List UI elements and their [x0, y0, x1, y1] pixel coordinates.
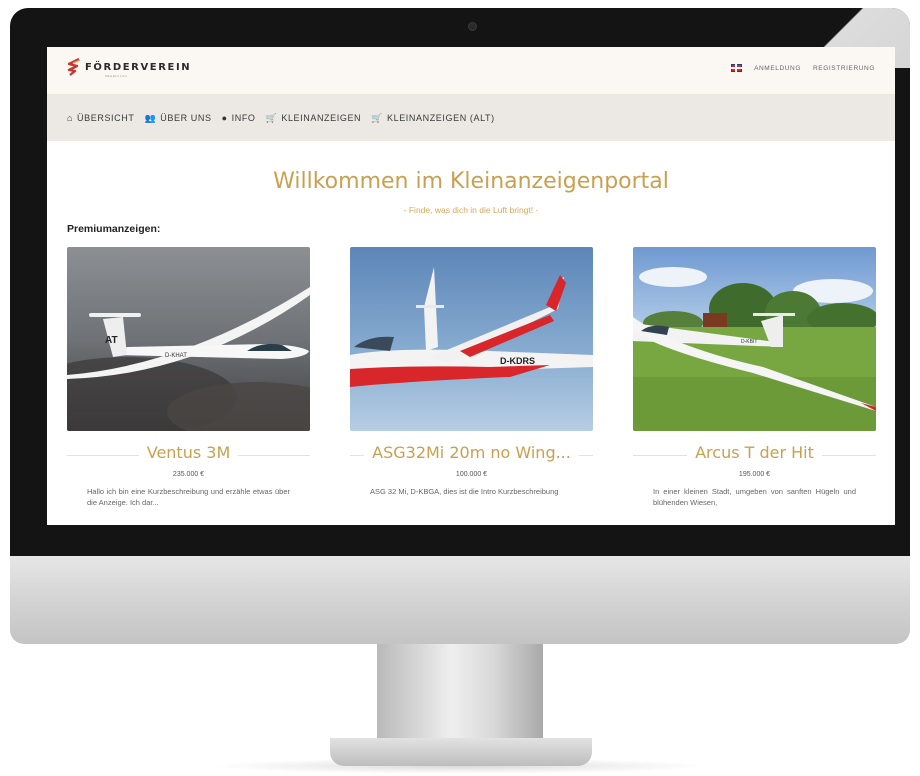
logo-mark-icon — [67, 58, 81, 76]
registration-label: D-KBIT — [741, 339, 757, 345]
card-description: ASG 32 Mi, D-KBGA, dies ist die Intro Ku… — [370, 487, 559, 496]
registration-label: D-KHAT — [165, 353, 187, 359]
monitor-chin — [10, 556, 910, 644]
listing-card[interactable]: D-KBIT Arcus T der Hit 195.000 € In eine… — [633, 247, 876, 508]
card-description: In einer kleinen Stadt, umgeben von sanf… — [653, 487, 856, 507]
nav-item-kleinanzeigen-alt[interactable]: 🛒 KLEINANZEIGEN (ALT) — [371, 113, 495, 124]
home-icon: ⌂ — [67, 113, 74, 123]
nav-label: ÜBERSICHT — [77, 113, 135, 123]
card-title[interactable]: Arcus T der Hit — [687, 443, 822, 462]
listing-image[interactable]: D-KBIT — [633, 247, 876, 431]
nav-item-info[interactable]: ● INFO — [222, 113, 256, 123]
page-title: Willkommen im Kleinanzeigenportal — [273, 169, 669, 194]
site-logo[interactable]: FÖRDERVEREIN — [67, 58, 191, 76]
site-header: FÖRDERVEREIN SEGELFLUG ANMELDUNG REGISTR… — [47, 47, 895, 95]
nav-item-kleinanzeigen[interactable]: 🛒 KLEINANZEIGEN — [266, 113, 362, 124]
monitor-stand — [377, 644, 543, 744]
tail-letters: AT — [105, 335, 118, 346]
card-description: Hallo ich bin eine Kurzbeschreibung und … — [87, 487, 290, 507]
nav-label: INFO — [231, 113, 256, 123]
register-link[interactable]: REGISTRIERUNG — [813, 65, 875, 72]
nav-label: KLEINANZEIGEN — [281, 113, 362, 123]
page-subtitle: - Finde, was dich in die Luft bringt! - — [403, 205, 539, 215]
card-price: 195.000 € — [738, 471, 771, 478]
nav-item-ueber-uns[interactable]: 👥 ÜBER UNS — [144, 113, 211, 124]
browser-screen: FÖRDERVEREIN SEGELFLUG ANMELDUNG REGISTR… — [47, 47, 895, 525]
listing-image[interactable]: AT D-KHAT — [67, 247, 310, 431]
card-title[interactable]: Ventus 3M — [138, 443, 239, 462]
listing-card[interactable]: D-KDRS ASG32Mi 20m no Wing... 100.000 € … — [350, 247, 593, 497]
camera-icon — [468, 22, 477, 31]
card-title[interactable]: ASG32Mi 20m no Wing... — [364, 443, 579, 462]
info-icon: ● — [221, 113, 228, 123]
registration-label: D-KDRS — [500, 356, 535, 366]
logo-text: FÖRDERVEREIN — [85, 61, 192, 73]
card-title-row: ASG32Mi 20m no Wing... — [350, 443, 593, 467]
nav-label: KLEINANZEIGEN (ALT) — [386, 113, 495, 123]
login-link[interactable]: ANMELDUNG — [754, 65, 801, 72]
card-title-row: Arcus T der Hit — [633, 443, 876, 467]
logo-subtext: SEGELFLUG — [105, 74, 128, 78]
card-price: 100.000 € — [455, 471, 488, 478]
users-icon: 👥 — [144, 112, 157, 123]
card-price: 235.000 € — [172, 471, 205, 478]
monitor-stand-base — [330, 738, 592, 766]
card-title-row: Ventus 3M — [67, 443, 310, 467]
header-actions: ANMELDUNG REGISTRIERUNG — [731, 64, 875, 72]
main-nav: ⌂ ÜBERSICHT 👥 ÜBER UNS ● INFO 🛒 KLEINANZ… — [47, 95, 895, 141]
nav-label: ÜBER UNS — [160, 113, 212, 123]
nav-item-uebersicht[interactable]: ⌂ ÜBERSICHT — [67, 113, 134, 123]
listing-image[interactable]: D-KDRS — [350, 247, 593, 431]
cart-icon: 🛒 — [371, 112, 383, 123]
uk-flag-icon[interactable] — [731, 64, 743, 72]
listing-card[interactable]: AT D-KHAT Ventus 3M 235.000 € Hallo ich … — [67, 247, 310, 508]
section-label: Premiumanzeigen: — [67, 223, 161, 235]
cart-icon: 🛒 — [265, 112, 278, 123]
